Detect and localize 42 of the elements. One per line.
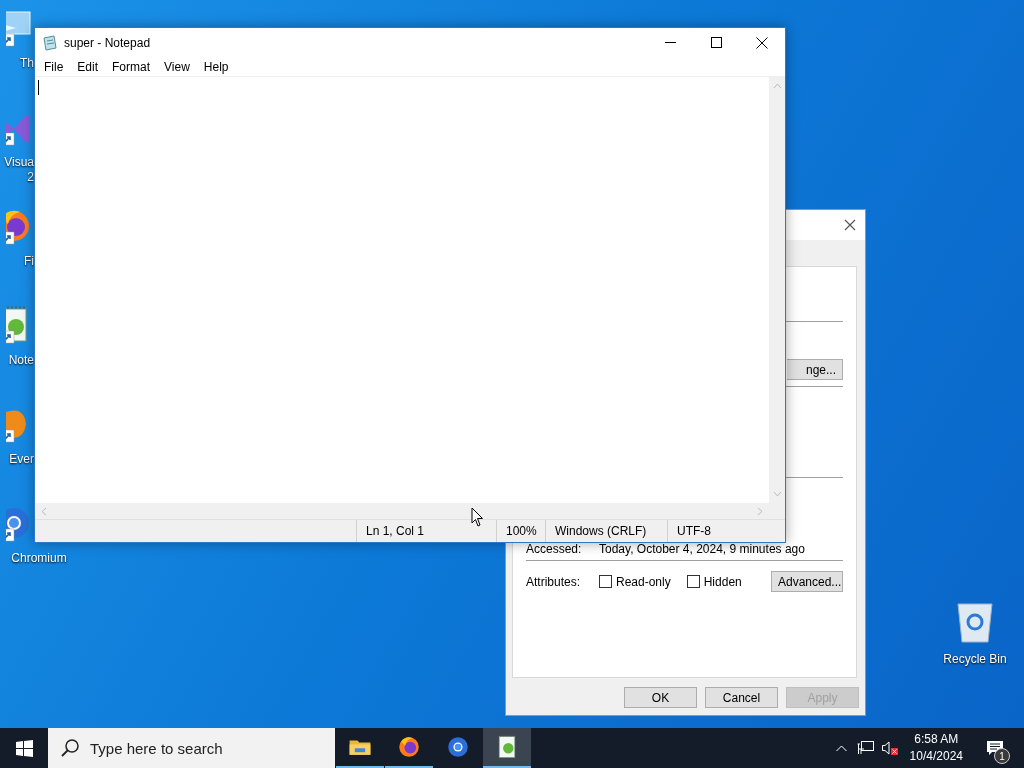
status-text: 100% [496,520,545,542]
shortcut-monitor-icon[interactable] [6,8,34,48]
status-text: Windows (CRLF) [545,520,667,542]
text-cursor [38,80,39,95]
icon-label: 2 [27,170,34,185]
close-icon [844,219,856,231]
menu-item[interactable]: View [157,59,197,74]
advanced-button[interactable]: Advanced... [771,571,843,592]
icon-label: Recycle Bin [943,652,1007,666]
notification-badge: 1 [994,748,1010,764]
ring-icon[interactable] [445,734,471,760]
icon-label: Th [20,56,34,71]
dialog-button[interactable]: OK [624,687,697,708]
icon-label: Ever [9,452,34,467]
close-icon [756,36,768,49]
windows-logo-icon [15,739,33,757]
taskbar-button[interactable] [483,728,531,768]
clock[interactable]: 6:58 AM 10/4/2024 [901,731,973,765]
window-title: super - Notepad [64,35,152,50]
flame-icon[interactable] [396,734,422,760]
menu-item[interactable]: Format [105,59,158,74]
icon-label: Fi [24,254,34,269]
notifications-button[interactable]: 1 [973,728,1017,768]
icon-label: Visua [4,155,34,170]
menu-item[interactable]: Edit [70,59,106,74]
notepad-icon [42,34,58,51]
menu-item[interactable]: File [37,59,71,74]
change-button[interactable]: nge... [787,359,843,380]
status-text: UTF-8 [667,520,777,542]
recycle-bin-icon[interactable] [954,600,996,644]
icon-label: Note [8,353,34,368]
dialog-button[interactable]: Cancel [705,687,778,708]
field-label: Accessed: [526,542,583,556]
maximize-icon [710,37,722,48]
search-icon [60,738,80,758]
field-value: Today, October 4, 2024, 9 minutes ago [599,542,805,556]
field-label: Attributes: [526,574,582,589]
menu-item[interactable]: Help [196,59,236,74]
checkbox[interactable]: Hidden [686,574,742,589]
icon-label: Chromium [11,551,67,566]
search-field[interactable]: Type here to search [48,728,335,768]
checkbox[interactable]: Read-only [599,574,671,589]
